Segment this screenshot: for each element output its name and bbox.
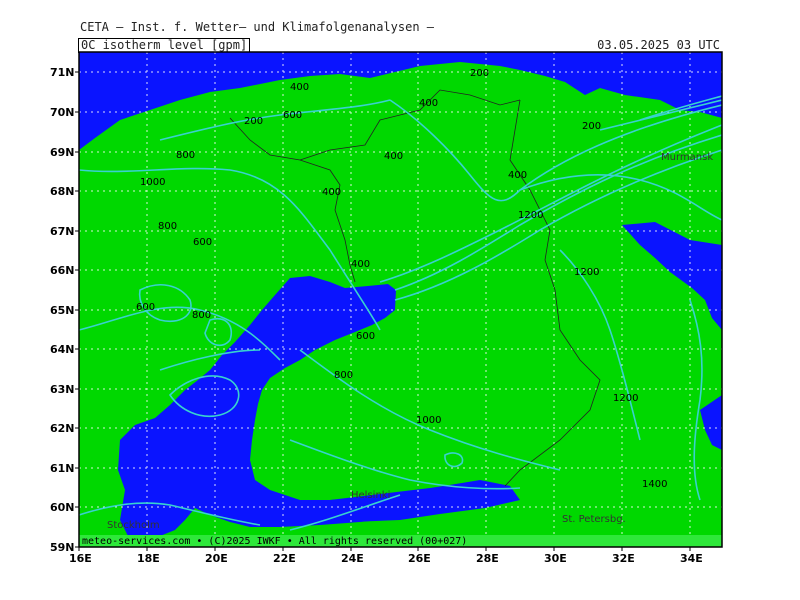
lon-label: 18E <box>137 552 160 565</box>
lon-label: 30E <box>544 552 567 565</box>
contour-label: 200 <box>470 68 489 79</box>
contour-label: 800 <box>158 221 177 232</box>
lat-label: 70N <box>50 106 75 119</box>
lon-label: 20E <box>205 552 228 565</box>
lat-label: 63N <box>50 383 75 396</box>
lon-label: 34E <box>680 552 703 565</box>
contour-label: 200 <box>582 121 601 132</box>
lat-label: 60N <box>50 501 75 514</box>
contour-label: 400 <box>384 151 403 162</box>
contour-label: 1200 <box>613 393 638 404</box>
contour-label: 600 <box>283 110 302 121</box>
lat-label: 69N <box>50 146 75 159</box>
contour-label: 400 <box>290 82 309 93</box>
contour-label: 600 <box>136 302 155 313</box>
contour-label: 200 <box>244 116 263 127</box>
contour-label: 1200 <box>518 210 543 221</box>
lon-label: 22E <box>273 552 296 565</box>
contour-label: 1000 <box>140 177 165 188</box>
lat-label: 66N <box>50 264 75 277</box>
lat-label: 67N <box>50 225 75 238</box>
contour-label: 400 <box>508 170 527 181</box>
credit-text: meteo-services.com • (C)2025 IWKF • All … <box>82 536 467 547</box>
contour-label: 1200 <box>574 267 599 278</box>
latitude-labels: 71N 70N 69N 68N 67N 66N 65N 64N 63N 62N … <box>50 66 75 554</box>
longitude-labels: 16E 18E 20E 22E 24E 26E 28E 30E 32E 34E <box>69 552 703 565</box>
contour-label: 1000 <box>416 415 441 426</box>
lon-label: 32E <box>612 552 635 565</box>
city-label-st-petersburg: St. Petersbg. <box>562 514 626 525</box>
contour-label: 800 <box>192 310 211 321</box>
lat-label: 61N <box>50 462 75 475</box>
lon-label: 26E <box>408 552 431 565</box>
lon-label: 16E <box>69 552 92 565</box>
lat-label: 68N <box>50 185 75 198</box>
isotherm-map: 200 400 600 400 200 800 1000 400 400 400… <box>50 51 723 565</box>
lon-label: 28E <box>476 552 499 565</box>
city-label-stockholm: Stockholm <box>107 520 160 531</box>
lon-label: 24E <box>341 552 364 565</box>
contour-label: 600 <box>356 331 375 342</box>
city-label-helsinki: Helsinki <box>351 490 390 501</box>
lat-label: 64N <box>50 343 75 356</box>
contour-label: 1400 <box>642 479 667 490</box>
lat-label: 65N <box>50 304 75 317</box>
contour-label: 400 <box>419 98 438 109</box>
contour-label: 600 <box>193 237 212 248</box>
lat-label: 62N <box>50 422 75 435</box>
contour-label: 400 <box>322 187 341 198</box>
lat-label: 71N <box>50 66 75 79</box>
contour-label: 400 <box>351 259 370 270</box>
contour-label: 800 <box>334 370 353 381</box>
contour-label: 800 <box>176 150 195 161</box>
city-label-murmansk: Murmansk <box>661 152 713 163</box>
